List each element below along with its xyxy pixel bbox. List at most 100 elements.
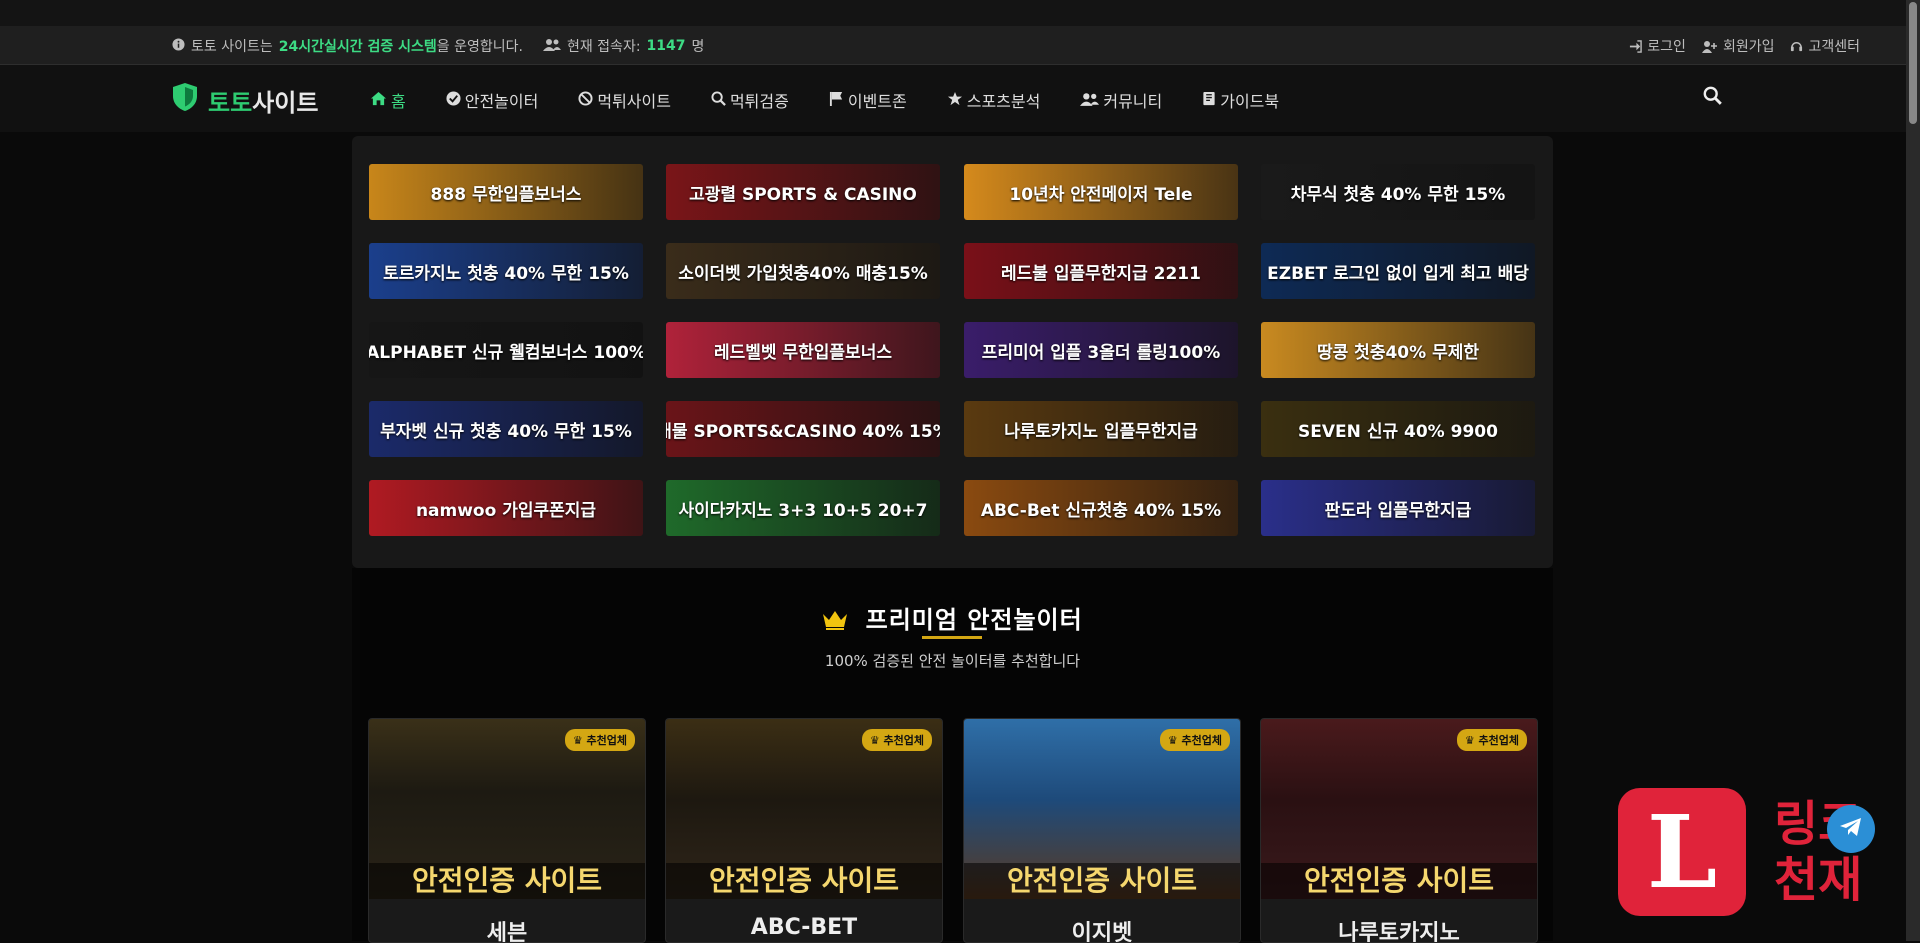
- nav-scam-sites[interactable]: 먹튀사이트: [578, 88, 671, 112]
- section-title-text: 프리미엄 안전놀이터: [865, 606, 1083, 634]
- section-title: 프리미엄 안전놀이터: [352, 600, 1553, 635]
- crown-icon: [822, 606, 857, 634]
- site-card[interactable]: 안전인증 사이트 ♛ 추천업체 나루토카지노: [1260, 718, 1538, 943]
- search-icon: [1703, 86, 1722, 109]
- card-overlay-text: 안전인증 사이트: [666, 863, 942, 899]
- login-link[interactable]: 로그인: [1629, 36, 1686, 56]
- banner-text: 부자벳 신규 첫충 40% 무한 15%: [380, 421, 632, 442]
- site-name: ABC-BET: [750, 915, 858, 940]
- banner-ad[interactable]: 레드불 입플무한지급 2211: [964, 243, 1238, 299]
- banner-text: 토르카지노 첫충 40% 무한 15%: [383, 263, 629, 284]
- site-name: 이지벳: [1071, 921, 1133, 943]
- title-underline: [922, 636, 982, 639]
- card-overlay-text: 안전인증 사이트: [964, 863, 1240, 899]
- site-card[interactable]: 안전인증 사이트 ♛ 추천업체 ABC-BET: [665, 718, 943, 943]
- banner-grid: 888 무한입플보너스 고광렬 SPORTS & CASINO 10년차 안전메…: [352, 136, 1553, 568]
- banner-ad[interactable]: 차무식 첫충 40% 무한 15%: [1261, 164, 1535, 220]
- nav-search-button[interactable]: [1703, 86, 1722, 109]
- info-bar: 토토 사이트는 24시간 실시간 검증 시스템 을 운영합니다. 현재 접속자:…: [0, 26, 1906, 65]
- banner-text: SEVEN 신규 40% 9900: [1298, 421, 1498, 442]
- logo-white-text: 사이트: [252, 88, 319, 117]
- banner-ad[interactable]: ALPHABET 신규 웰컴보너스 100%: [369, 322, 643, 378]
- recommend-badge: ♛ 추천업체: [861, 729, 932, 751]
- site-logo[interactable]: 토토사이트: [172, 82, 318, 118]
- nav-sports-label: 스포츠분석: [966, 92, 1041, 111]
- banner-text: namwoo 가입쿠폰지급: [415, 500, 597, 521]
- check-circle-icon: [446, 90, 461, 110]
- notice-mid: 실시간 검증 시스템: [323, 39, 437, 55]
- banner-ad[interactable]: 레드벨벳 무한입플보너스: [666, 322, 940, 378]
- banner-ad[interactable]: 프리미어 입플 3올더 롤링100%: [964, 322, 1238, 378]
- site-card[interactable]: 안전인증 사이트 ♛ 추천업체 세븐: [368, 718, 646, 943]
- badge-text: 추천업체: [586, 734, 627, 747]
- site-name: 나루토카지노: [1338, 921, 1460, 943]
- banner-ad[interactable]: ABC-Bet 신규첫충 40% 15%: [964, 480, 1238, 536]
- banner-text: 프리미어 입플 3올더 롤링100%: [981, 342, 1221, 363]
- visitors-label: 현재 접속자:: [566, 39, 641, 55]
- visitors-count: 1147: [646, 38, 686, 54]
- notice-highlight: 24시간: [278, 39, 324, 55]
- nav-events[interactable]: 이벤트존: [829, 88, 907, 112]
- flag-icon: [829, 91, 844, 110]
- nav-safe-playground[interactable]: 안전놀이터: [446, 88, 539, 112]
- scrollbar-thumb[interactable]: [1909, 2, 1917, 124]
- card-overlay-text: 안전인증 사이트: [369, 863, 645, 899]
- nav-guide[interactable]: 가이드북: [1202, 88, 1279, 112]
- site-card[interactable]: 안전인증 사이트 ♛ 추천업체 이지벳: [963, 718, 1241, 943]
- banner-ad[interactable]: namwoo 가입쿠폰지급: [369, 480, 643, 536]
- nav-safe-label: 안전놀이터: [464, 92, 539, 111]
- banner-ad[interactable]: 판도라 입플무한지급: [1261, 480, 1535, 536]
- banner-text: ALPHABET 신규 웰컴보너스 100%: [369, 342, 643, 363]
- nav-community[interactable]: 커뮤니티: [1080, 88, 1162, 112]
- users-icon: [1080, 91, 1100, 110]
- banner-ad[interactable]: 888 무한입플보너스: [369, 164, 643, 220]
- banner-ad[interactable]: 나루토카지노 입플무한지급: [964, 401, 1238, 457]
- banner-text: 소이더벳 가입첫충40% 매충15%: [678, 263, 928, 284]
- banner-text: 10년차 안전메이저 Tele: [1009, 184, 1193, 205]
- info-circle-icon: [172, 37, 185, 55]
- banner-ad[interactable]: 고광렬 SPORTS & CASINO: [666, 164, 940, 220]
- banner-text: 판도라 입플무한지급: [1324, 500, 1472, 521]
- banner-ad[interactable]: EZBET 로그인 없이 입게 최고 배당: [1261, 243, 1535, 299]
- nav-verification[interactable]: 먹튀검증: [711, 88, 789, 112]
- banner-ad[interactable]: SEVEN 신규 40% 9900: [1261, 401, 1535, 457]
- watermark-line2: 천재: [1774, 852, 1863, 908]
- badge-text: 추천업체: [1181, 734, 1222, 747]
- badge-text: 추천업체: [1478, 734, 1519, 747]
- nav-home[interactable]: 홈: [370, 88, 406, 112]
- home-icon: [370, 91, 387, 110]
- signup-label: 회원가입: [1722, 39, 1775, 55]
- banner-ad[interactable]: 부자벳 신규 첫충 40% 무한 15%: [369, 401, 643, 457]
- banner-text: 차무식 첫충 40% 무한 15%: [1290, 184, 1506, 205]
- nav-home-label: 홈: [391, 92, 406, 111]
- banner-text: 888 무한입플보너스: [430, 184, 582, 205]
- users-icon: [542, 38, 561, 55]
- nav-verification-label: 먹튀검증: [729, 92, 789, 111]
- nav-guide-label: 가이드북: [1220, 92, 1280, 111]
- support-link[interactable]: 고객센터: [1790, 36, 1860, 56]
- ban-icon: [578, 90, 593, 110]
- banner-ad[interactable]: 10년차 안전메이저 Tele: [964, 164, 1238, 220]
- headset-icon: [1790, 40, 1803, 53]
- link-genius-watermark: L 링크 천재: [1618, 788, 1862, 916]
- banner-text: 고광렬 SPORTS & CASINO: [689, 184, 917, 205]
- site-name: 세븐: [486, 921, 528, 943]
- signup-link[interactable]: 회원가입: [1701, 36, 1775, 56]
- support-label: 고객센터: [1808, 39, 1860, 55]
- telegram-button[interactable]: [1827, 805, 1875, 853]
- banner-ad[interactable]: 대물 SPORTS&CASINO 40% 15%: [666, 401, 940, 457]
- star-icon: [947, 91, 963, 110]
- top-strip: [0, 0, 1906, 26]
- main-navbar: 토토사이트 홈 안전놀이터 먹튀사이트 먹튀검증 이벤트존 스포츠분석 커뮤니티…: [0, 65, 1906, 132]
- visitors-unit: 명: [691, 39, 705, 55]
- section-subtitle: 100% 검증된 안전 놀이터를 추천합니다: [824, 652, 1081, 670]
- banner-ad[interactable]: 소이더벳 가입첫충40% 매충15%: [666, 243, 940, 299]
- banner-ad[interactable]: 토르카지노 첫충 40% 무한 15%: [369, 243, 643, 299]
- logo-green-text: 토토: [208, 88, 253, 117]
- banner-text: EZBET 로그인 없이 입게 최고 배당: [1267, 263, 1529, 284]
- page-scrollbar[interactable]: [1906, 0, 1920, 941]
- banner-ad[interactable]: 사이다카지노 3+3 10+5 20+7: [666, 480, 940, 536]
- banner-text: 나루토카지노 입플무한지급: [1004, 421, 1198, 442]
- nav-sports-analysis[interactable]: 스포츠분석: [947, 88, 1041, 112]
- banner-ad[interactable]: 땅콩 첫충40% 무제한: [1261, 322, 1535, 378]
